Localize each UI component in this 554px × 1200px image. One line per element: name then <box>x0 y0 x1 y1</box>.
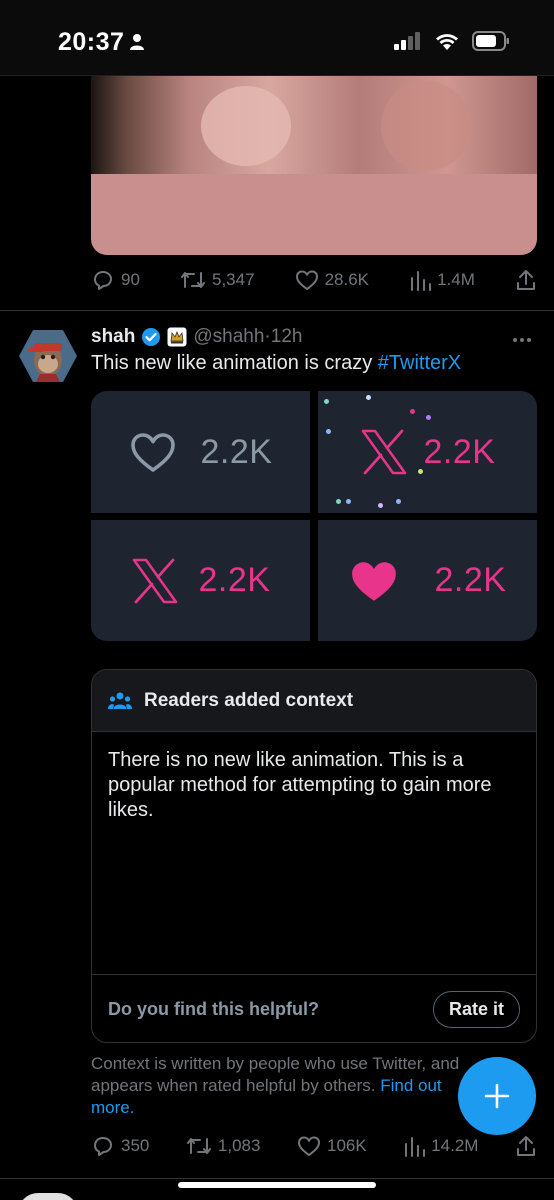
x-logo-icon <box>132 558 177 603</box>
tweet-text: This new like animation is crazy #Twitte… <box>91 352 461 375</box>
community-note-body: There is no new like animation. This is … <box>108 749 492 821</box>
media-cell-x-burst[interactable]: 2.2K <box>318 391 537 513</box>
views-button[interactable]: 1.4M <box>409 269 475 291</box>
share-icon <box>517 1136 535 1156</box>
share-icon <box>516 270 535 290</box>
like-button[interactable]: 106K <box>297 1135 367 1157</box>
signal-icon <box>394 32 420 50</box>
media-count: 2.2K <box>423 432 496 471</box>
author-handle[interactable]: @shahh <box>193 326 264 348</box>
next-tweet-avatar[interactable] <box>18 1193 78 1200</box>
retweet-count: 5,347 <box>211 270 255 289</box>
share-button[interactable] <box>515 1134 537 1158</box>
previous-tweet-image[interactable] <box>91 76 537 255</box>
rate-it-button[interactable]: Rate it <box>432 991 520 1028</box>
tweet-divider <box>0 310 554 311</box>
compose-fab[interactable] <box>458 1057 536 1135</box>
heart-icon <box>297 1136 320 1156</box>
retweet-icon <box>180 272 205 288</box>
more-options-icon[interactable] <box>512 326 532 349</box>
retweet-button[interactable]: 5,347 <box>180 269 255 291</box>
like-count: 106K <box>326 1136 367 1155</box>
heart-filled-icon <box>351 561 396 601</box>
helpful-question: Do you find this helpful? <box>108 999 319 1019</box>
tweet-divider <box>0 1178 554 1179</box>
views-count: 1.4M <box>437 270 475 289</box>
plus-icon <box>484 1083 510 1109</box>
community-note: Readers added context There is no new li… <box>91 669 537 1043</box>
community-note-disclaimer: Context is written by people who use Twi… <box>91 1053 471 1119</box>
tweet-text-body: This new like animation is crazy <box>91 352 378 374</box>
reply-count: 90 <box>121 270 140 289</box>
media-cell-x-logo[interactable]: 2.2K <box>91 520 310 641</box>
wifi-icon <box>436 33 458 50</box>
author-name[interactable]: shah <box>91 326 135 348</box>
previous-tweet-actions: 90 5,347 28.6K 1.4M <box>91 266 537 294</box>
tweet-time[interactable]: 12h <box>271 326 303 348</box>
reply-icon <box>94 271 112 290</box>
person-icon <box>130 34 144 50</box>
avatar[interactable] <box>18 326 78 386</box>
hashtag-link[interactable]: #TwitterX <box>378 352 461 374</box>
like-count: 28.6K <box>324 270 370 289</box>
views-icon <box>411 271 432 291</box>
share-button[interactable] <box>515 268 537 292</box>
community-note-footer: Do you find this helpful? Rate it <box>92 974 536 1042</box>
media-count: 2.2K <box>200 432 273 471</box>
people-icon <box>108 692 132 709</box>
views-icon <box>405 1137 426 1157</box>
tweet-media-grid[interactable]: 2.2K 2.2K 2.2K 2.2K <box>91 391 537 641</box>
reply-icon <box>94 1137 112 1156</box>
status-bar: 20:37 <box>0 0 554 76</box>
retweet-icon <box>186 1138 211 1154</box>
reply-count: 350 <box>121 1136 150 1155</box>
like-button[interactable]: 28.6K <box>295 269 369 291</box>
tweet-header: shah @shahh · 12h <box>91 322 302 352</box>
x-logo-icon <box>361 429 406 475</box>
retweet-count: 1,083 <box>217 1136 261 1155</box>
heart-outline-icon <box>130 433 175 472</box>
retweet-button[interactable]: 1,083 <box>186 1135 261 1157</box>
views-count: 14.2M <box>431 1136 479 1155</box>
media-count: 2.2K <box>198 561 271 599</box>
community-note-title: Readers added context <box>144 689 354 711</box>
battery-icon <box>472 31 509 51</box>
heart-icon <box>295 270 318 290</box>
media-cell-heart-filled[interactable]: 2.2K <box>318 520 537 641</box>
previous-tweet-photo <box>91 76 537 174</box>
tweet-actions: 350 1,083 106K 14.2M <box>91 1132 537 1160</box>
reply-button[interactable]: 350 <box>91 1134 149 1158</box>
media-count: 2.2K <box>434 561 507 599</box>
home-indicator[interactable] <box>178 1182 376 1188</box>
community-note-header: Readers added context <box>92 670 536 732</box>
verified-badge-icon <box>142 328 161 346</box>
views-button[interactable]: 14.2M <box>403 1135 478 1157</box>
media-cell-heart-outline[interactable]: 2.2K <box>91 391 310 513</box>
status-time: 20:37 <box>58 28 125 56</box>
crown-badge-icon <box>167 327 187 347</box>
reply-button[interactable]: 90 <box>91 268 140 292</box>
